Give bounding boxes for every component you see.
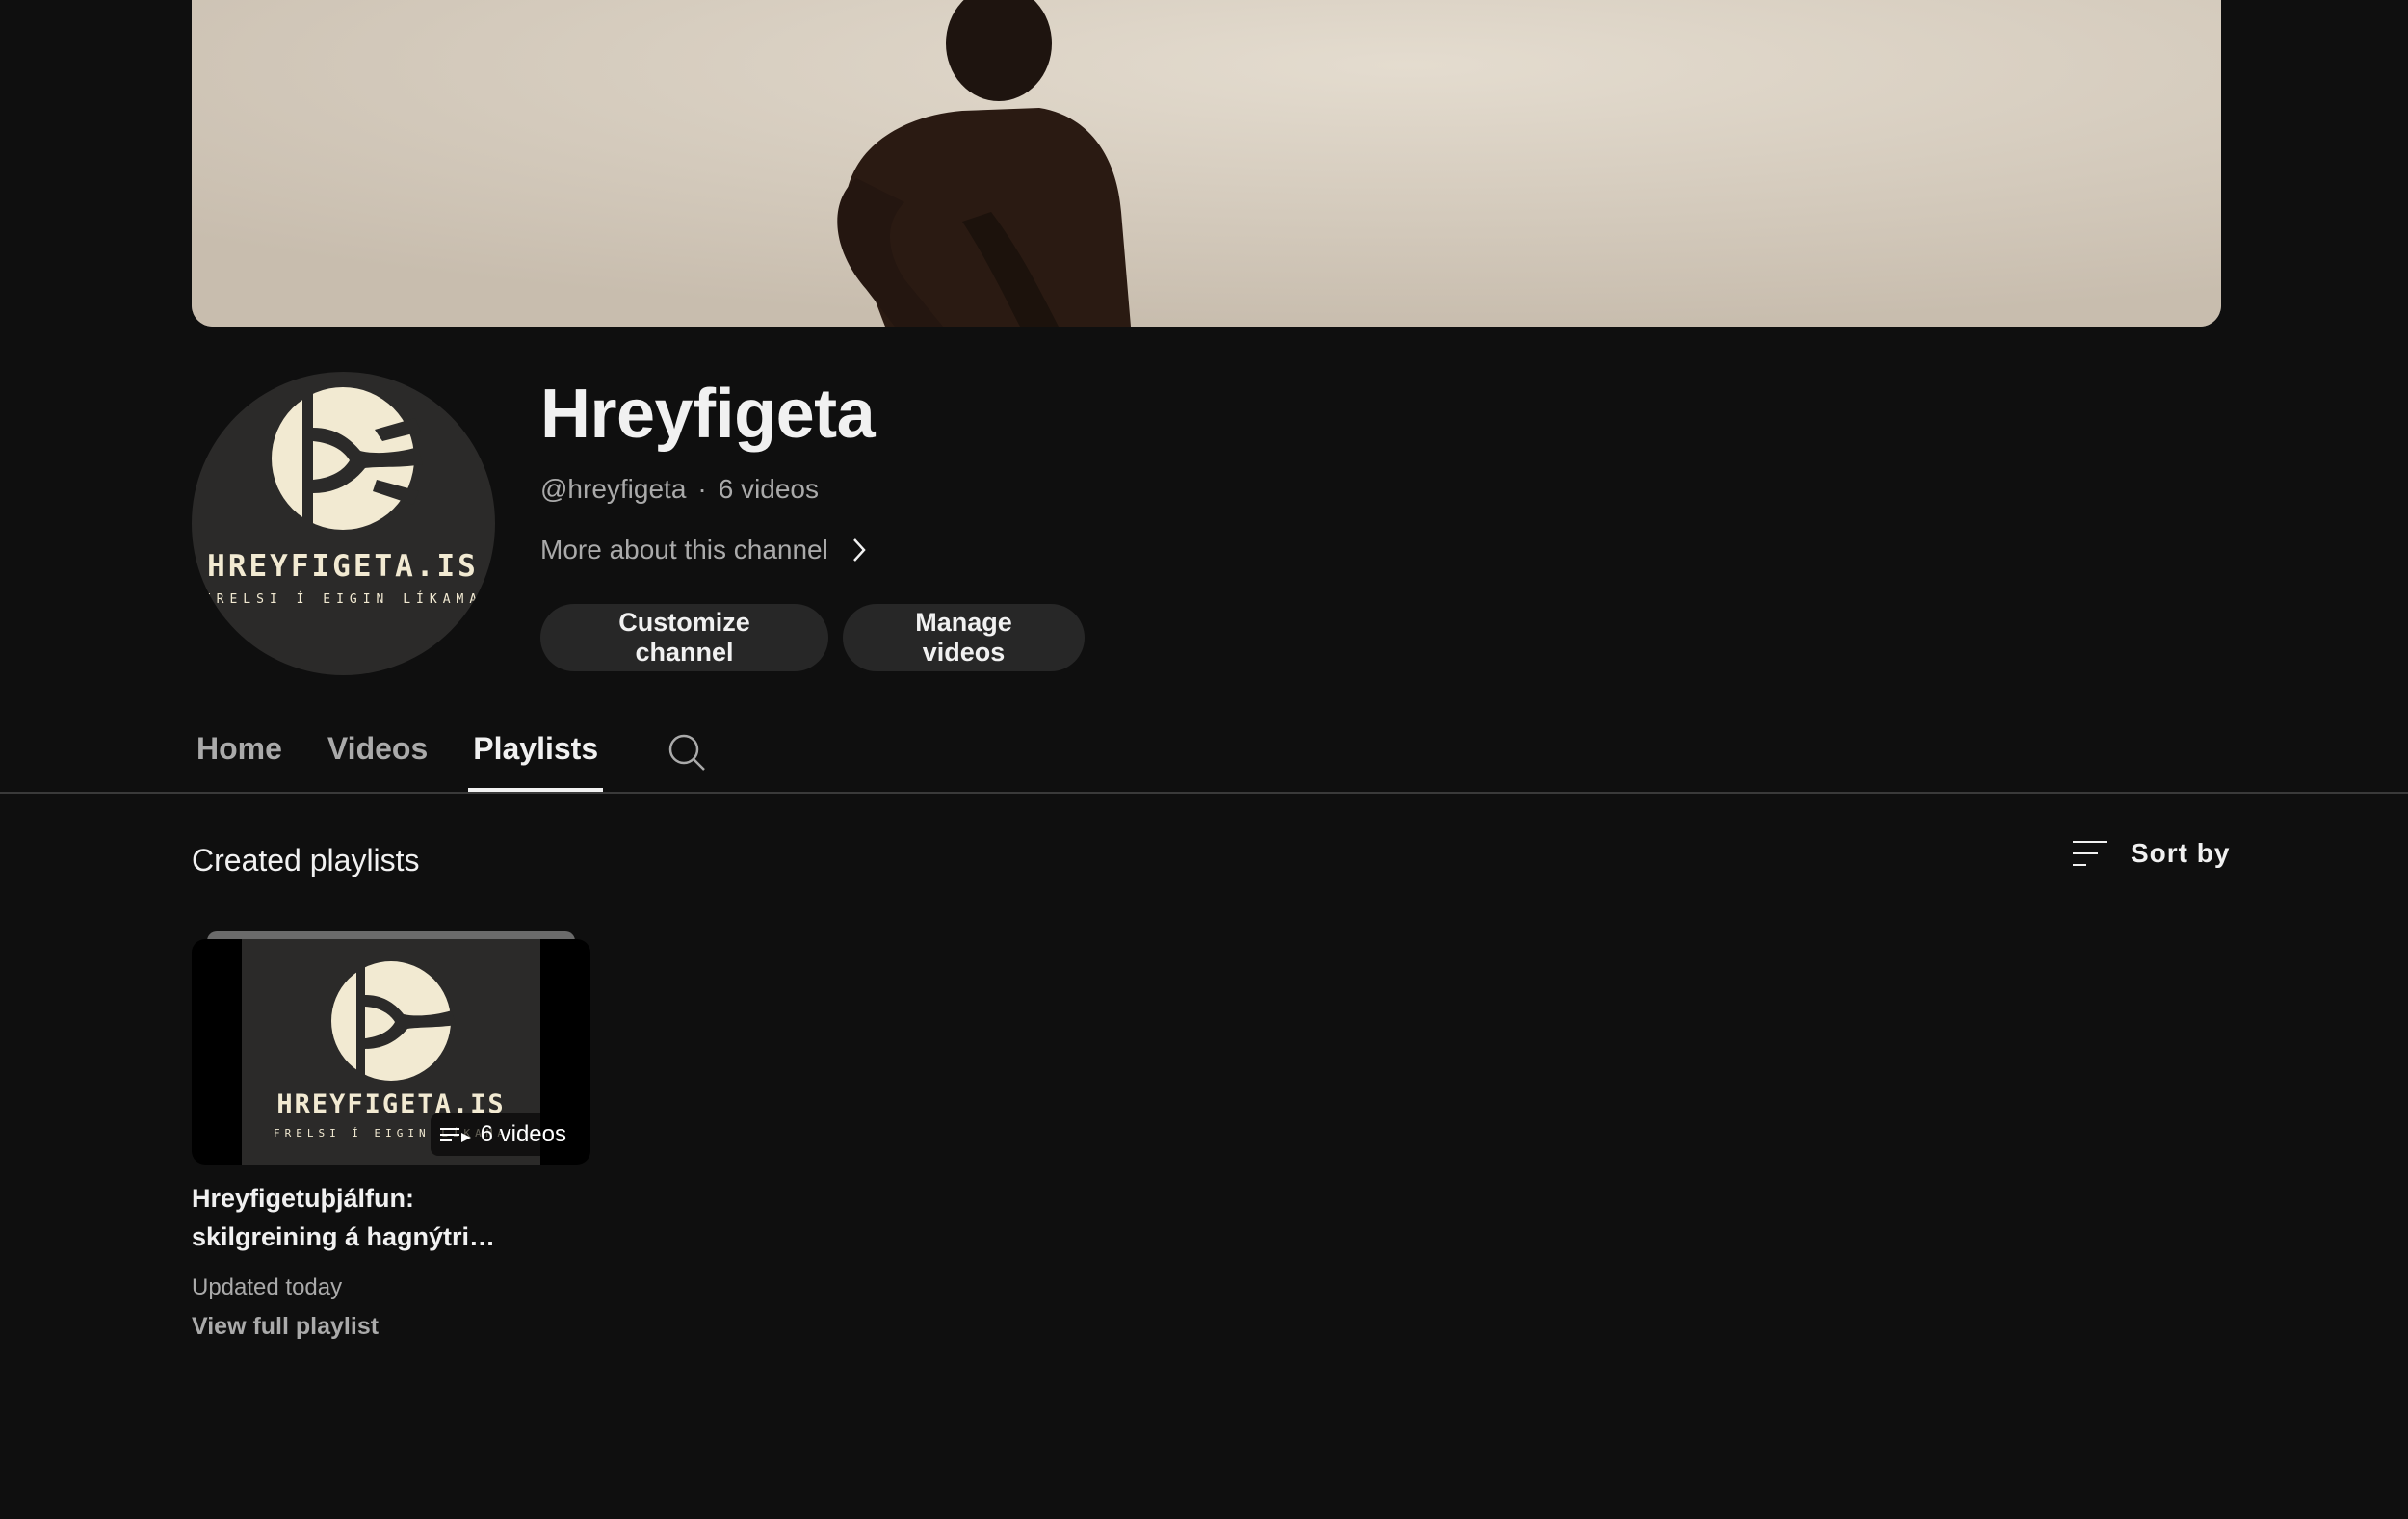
sort-by-label: Sort by [2131,838,2231,868]
channel-banner [192,0,2221,327]
tab-videos[interactable]: Videos [323,718,432,791]
channel-avatar[interactable]: HREYFIGETA.IS FRELSI Í EIGIN LÍKAMA [192,372,495,675]
sort-icon [2073,841,2107,866]
channel-tabs: Home Videos Playlists [192,718,708,793]
tab-playlists[interactable]: Playlists [468,718,603,793]
playlist-video-count-badge: 6 videos [430,1113,576,1156]
playlist-title-line2: skilgreining á hagnýtri… [192,1222,496,1251]
chevron-right-icon [852,538,866,562]
playlist-title-line1: Hreyfigetuþjálfun: [192,1184,415,1213]
playlist-icon [439,1128,471,1142]
channel-video-count: 6 videos [718,474,820,504]
meta-separator: · [697,474,707,504]
hreyfigeta-logo-icon: HREYFIGETA.IS FRELSI Í EIGIN LÍKAMA [203,387,483,607]
banner-figure-image [192,0,2221,327]
playlist-updated: Updated today [192,1274,343,1300]
channel-handle: @hreyfigeta [540,474,687,504]
sort-by-button[interactable]: Sort by [2071,838,2230,869]
more-about-label: More about this channel [540,535,828,564]
manage-videos-button[interactable]: Manage videos [843,604,1085,671]
more-about-channel-link[interactable]: More about this channel [540,533,869,567]
playlist-count-label: 6 videos [480,1121,566,1147]
playlist-thumbnail[interactable]: HREYFIGETA.IS FRELSI Í EIGIN LÍKAMA 6 vi… [192,939,590,1165]
logo-tagline: FRELSI Í EIGIN LÍKAMA [203,591,483,607]
customize-channel-button[interactable]: Customize channel [540,604,828,671]
logo-text: HREYFIGETA.IS [207,549,479,584]
channel-meta: @hreyfigeta · 6 videos [540,472,819,507]
tabs-divider [0,792,2408,794]
tab-home[interactable]: Home [192,718,287,791]
section-title: Created playlists [192,843,420,877]
playlist-title[interactable]: Hreyfigetuþjálfun: skilgreining á hagnýt… [192,1179,510,1256]
channel-page: HREYFIGETA.IS FRELSI Í EIGIN LÍKAMA Hrey… [0,0,2408,1519]
search-icon[interactable] [666,731,708,773]
view-full-playlist-link[interactable]: View full playlist [192,1310,379,1343]
channel-name: Hreyfigeta [540,376,876,453]
